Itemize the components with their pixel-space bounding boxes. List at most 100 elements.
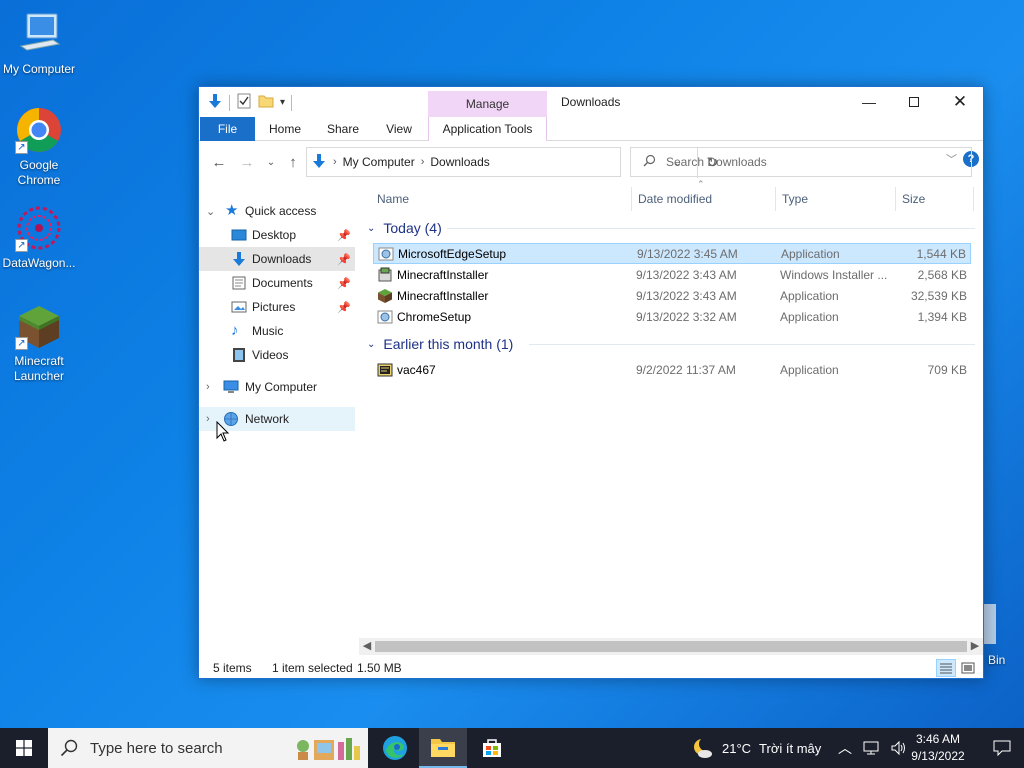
large-icons-view-button[interactable]	[958, 659, 978, 677]
file-type: Application	[780, 310, 839, 324]
recent-locations-button[interactable]: ⌄	[261, 153, 281, 173]
desktop-icon-google-chrome[interactable]: ↗ Google Chrome	[1, 106, 77, 188]
desktop-icon-my-computer[interactable]: My Computer	[1, 10, 77, 77]
toolbar-divider	[229, 94, 230, 111]
file-type: Application	[781, 247, 840, 261]
desktop-icon-minecraft-launcher[interactable]: ↗ Minecraft Launcher	[1, 302, 77, 384]
start-button[interactable]	[0, 728, 48, 768]
tab-application-tools[interactable]: Application Tools	[428, 117, 547, 141]
weather-temperature: 21°C	[722, 740, 752, 756]
pin-icon[interactable]: 📌	[337, 277, 351, 290]
nav-item-desktop[interactable]: Desktop 📌	[199, 223, 355, 247]
nav-my-computer[interactable]: › My Computer	[199, 375, 355, 399]
file-row[interactable]: ChromeSetup 9/13/2022 3:32 AM Applicatio…	[373, 307, 971, 328]
title-bar: ▾ Manage Downloads — ✕	[199, 87, 983, 117]
column-header-name[interactable]: Name	[377, 187, 409, 211]
address-bar[interactable]: › My Computer › Downloads ⌄ ↻	[306, 147, 718, 178]
exe-app-icon	[377, 362, 393, 378]
maximize-button[interactable]	[891, 87, 937, 117]
taskbar-search-box[interactable]: Type here to search	[48, 728, 368, 768]
status-bar: 5 items 1 item selected 1.50 MB	[199, 657, 983, 679]
nav-item-pictures[interactable]: Pictures 📌	[199, 295, 355, 319]
details-view-icon	[940, 663, 952, 674]
chevron-down-icon[interactable]: ⌄	[206, 205, 215, 218]
scrollbar-thumb[interactable]	[375, 641, 967, 652]
nav-item-videos[interactable]: Videos	[199, 343, 355, 367]
search-input[interactable]: Search Downloads	[630, 147, 972, 177]
properties-icon[interactable]	[236, 93, 252, 112]
tab-share[interactable]: Share	[321, 117, 365, 141]
file-date: 9/13/2022 3:32 AM	[636, 310, 737, 324]
column-divider[interactable]	[631, 187, 632, 211]
back-button[interactable]: ←	[209, 153, 229, 173]
window-title: Downloads	[561, 95, 621, 109]
tab-view[interactable]: View	[377, 117, 421, 141]
nav-item-downloads[interactable]: Downloads 📌	[199, 247, 355, 271]
taskbar-clock[interactable]: 3:46 AM 9/13/2022	[906, 731, 970, 765]
pin-icon[interactable]: 📌	[337, 301, 351, 314]
weather-widget[interactable]: 21°C Trời ít mây	[690, 728, 821, 768]
up-button[interactable]: ↑	[283, 153, 303, 173]
search-placeholder: Search Downloads	[666, 155, 767, 169]
nav-item-music[interactable]: ♪ Music	[199, 319, 355, 343]
column-divider[interactable]	[775, 187, 776, 211]
downloads-arrow-icon	[311, 153, 327, 172]
desktop-icon-label: Bin	[988, 653, 1006, 667]
minimize-button[interactable]: —	[846, 87, 892, 117]
column-header-type[interactable]: Type	[782, 187, 808, 211]
group-title: Earlier this month (1)	[383, 336, 514, 352]
tab-home[interactable]: Home	[263, 117, 307, 141]
clock-date: 9/13/2022	[911, 749, 965, 763]
network-status-icon[interactable]	[862, 740, 880, 756]
group-header-earlier-this-month[interactable]: ⌄ Earlier this month (1)	[367, 333, 513, 355]
videos-icon	[231, 347, 247, 363]
file-size: 32,539 KB	[910, 289, 967, 303]
notification-icon	[993, 740, 1011, 756]
nav-label: Quick access	[245, 204, 317, 218]
chevron-right-icon[interactable]: ›	[206, 413, 210, 425]
details-view-button[interactable]	[936, 659, 956, 677]
file-row[interactable]: MicrosoftEdgeSetup 9/13/2022 3:45 AM App…	[373, 243, 971, 264]
customize-toolbar-icon[interactable]: ▾	[280, 97, 285, 108]
downloads-arrow-icon	[207, 93, 223, 112]
tab-file[interactable]: File	[200, 117, 255, 141]
horizontal-scrollbar[interactable]: ◀ ▶	[359, 638, 983, 655]
scroll-left-arrow-icon[interactable]: ◀	[359, 639, 375, 652]
group-header-today[interactable]: ⌄ Today (4)	[367, 217, 442, 239]
column-divider[interactable]	[895, 187, 896, 211]
scroll-right-arrow-icon[interactable]: ▶	[967, 639, 983, 652]
taskbar-file-explorer-button[interactable]	[419, 728, 467, 768]
show-hidden-icons-chevron-icon[interactable]: ︿	[838, 738, 852, 758]
new-folder-icon[interactable]	[258, 93, 274, 112]
file-type: Application	[780, 289, 839, 303]
quick-access-toolbar: ▾	[207, 93, 293, 112]
file-row[interactable]: vac467 9/2/2022 11:37 AM Application 709…	[373, 360, 971, 381]
column-header-size[interactable]: Size	[902, 187, 925, 211]
breadcrumb-downloads[interactable]: Downloads	[430, 155, 489, 169]
desktop-icon-datawagon[interactable]: ↗ DataWagon...	[1, 204, 77, 271]
pin-icon[interactable]: 📌	[337, 229, 351, 242]
downloads-icon	[231, 251, 247, 267]
breadcrumb-my-computer[interactable]: My Computer	[343, 155, 415, 169]
setup-app-icon	[378, 246, 394, 262]
nav-item-documents[interactable]: Documents 📌	[199, 271, 355, 295]
pin-icon[interactable]: 📌	[337, 253, 351, 266]
nav-label: Videos	[252, 348, 289, 362]
shortcut-arrow-icon: ↗	[15, 239, 28, 252]
tab-manage[interactable]: Manage	[428, 91, 547, 117]
file-name: MicrosoftEdgeSetup	[398, 247, 507, 261]
close-button[interactable]: ✕	[937, 87, 983, 117]
column-divider[interactable]	[973, 187, 974, 211]
notification-center-button[interactable]	[980, 728, 1024, 768]
nav-label: My Computer	[245, 380, 318, 394]
forward-button[interactable]: →	[237, 153, 257, 173]
selection-size: 1.50 MB	[357, 661, 402, 675]
taskbar-store-button[interactable]	[468, 728, 516, 768]
search-highlight-illustration-icon	[296, 732, 364, 768]
file-row[interactable]: MinecraftInstaller 9/13/2022 3:43 AM Win…	[373, 265, 971, 286]
file-row[interactable]: MinecraftInstaller 9/13/2022 3:43 AM App…	[373, 286, 971, 307]
chevron-right-icon[interactable]: ›	[206, 381, 210, 393]
taskbar-edge-button[interactable]	[371, 728, 419, 768]
nav-quick-access[interactable]: ⌄ ★ Quick access	[199, 199, 355, 223]
column-header-date-modified[interactable]: Date modified	[638, 187, 712, 211]
